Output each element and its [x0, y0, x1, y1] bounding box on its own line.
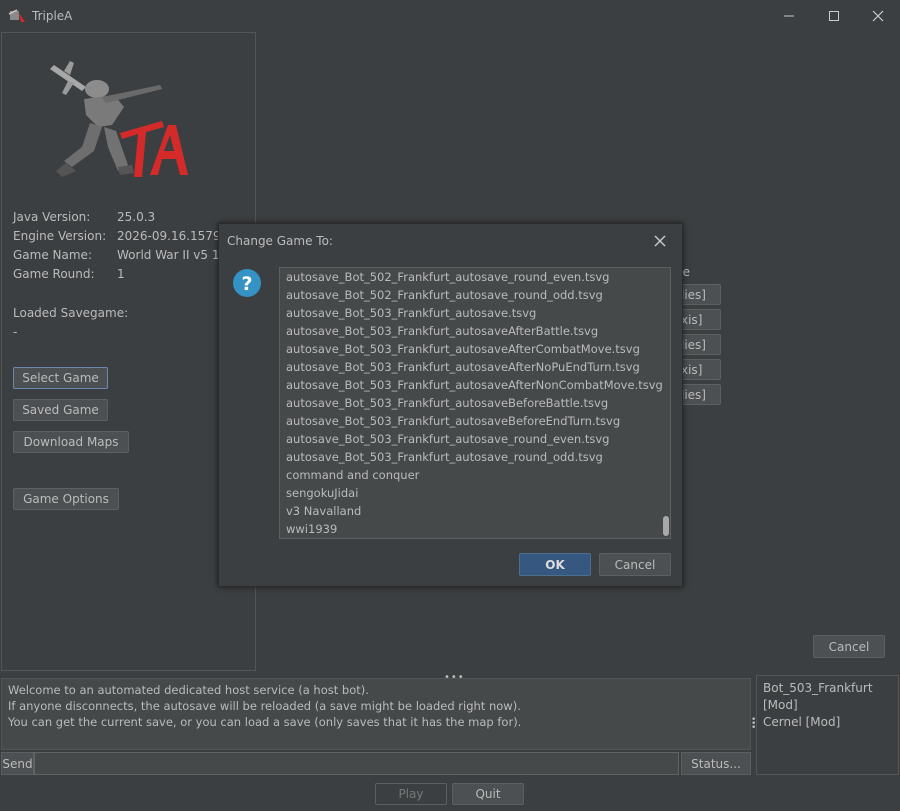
player-list-item[interactable]: Bot_503_Frankfurt [Mod]: [763, 680, 892, 714]
chat-message: Welcome to an automated dedicated host s…: [8, 683, 369, 697]
chat-message: You can get the current save, or you can…: [8, 715, 522, 729]
game-round-label: Game Round:: [13, 267, 95, 281]
close-icon[interactable]: [651, 232, 669, 250]
select-game-button[interactable]: Select Game: [13, 367, 108, 389]
game-list-item[interactable]: autosave_Bot_503_Frankfurt_autosave_roun…: [280, 430, 670, 448]
game-list-item[interactable]: autosave_Bot_503_Frankfurt_autosaveAfter…: [280, 340, 670, 358]
dialog-cancel-button[interactable]: Cancel: [599, 553, 671, 576]
engine-version-value: 2026-09.16.15791: [117, 229, 229, 243]
chat-input[interactable]: [34, 752, 679, 775]
game-list-item[interactable]: autosave_Bot_503_Frankfurt_autosaveAfter…: [280, 358, 670, 376]
send-button[interactable]: Send: [1, 752, 34, 775]
minimize-button[interactable]: [766, 0, 812, 32]
close-window-button[interactable]: [855, 0, 900, 32]
game-name-label: Game Name:: [13, 248, 92, 262]
game-list-item[interactable]: autosave_Bot_503_Frankfurt_autosave.tsvg: [280, 304, 670, 322]
game-list-item[interactable]: autosave_Bot_502_Frankfurt_autosave_roun…: [280, 286, 670, 304]
game-list-item[interactable]: command and conquer: [280, 466, 670, 484]
play-button[interactable]: Play: [375, 783, 447, 805]
status-button[interactable]: Status...: [681, 752, 751, 775]
ok-button[interactable]: OK: [519, 553, 591, 576]
chat-message: If anyone disconnects, the autosave will…: [8, 699, 521, 713]
game-list-item[interactable]: sengokuJidai: [280, 484, 670, 502]
list-scrollbar-thumb[interactable]: [663, 516, 669, 536]
game-list[interactable]: autosave_Bot_502_Frankfurt_autosave_roun…: [279, 267, 671, 539]
svg-text:?: ?: [241, 273, 252, 295]
java-version-value: 25.0.3: [117, 210, 156, 224]
question-icon: ?: [233, 269, 261, 297]
title-bar: TripleA: [0, 0, 900, 32]
quit-button[interactable]: Quit: [452, 783, 524, 805]
game-list-item[interactable]: autosave_Bot_503_Frankfurt_autosaveAfter…: [280, 322, 670, 340]
game-list-item[interactable]: autosave_Bot_503_Frankfurt_autosaveBefor…: [280, 412, 670, 430]
game-list-item[interactable]: autosave_Bot_503_Frankfurt_autosave_roun…: [280, 448, 670, 466]
game-list-item[interactable]: autosave_Bot_502_Frankfurt_autosave_roun…: [280, 268, 670, 286]
close-icon: [872, 10, 884, 22]
maximize-button[interactable]: [811, 0, 857, 32]
change-game-dialog: Change Game To: ? autosave_Bot_502_Frank…: [218, 223, 683, 587]
player-list-item[interactable]: Cernel [Mod]: [763, 714, 892, 731]
engine-version-label: Engine Version:: [13, 229, 107, 243]
minimize-icon: [784, 15, 794, 17]
player-list: Bot_503_Frankfurt [Mod] Cernel [Mod]: [756, 675, 899, 775]
triplea-logo: [50, 61, 188, 177]
dialog-title: Change Game To:: [227, 234, 333, 248]
download-maps-button[interactable]: Download Maps: [13, 431, 129, 453]
loaded-savegame-value: -: [13, 325, 18, 339]
triplea-app-icon: [8, 9, 25, 22]
game-list-item[interactable]: autosave_Bot_503_Frankfurt_autosaveAfter…: [280, 376, 670, 394]
game-round-value: 1: [117, 267, 125, 281]
game-list-item[interactable]: autosave_Bot_503_Frankfurt_autosaveBefor…: [280, 394, 670, 412]
maximize-icon: [829, 11, 839, 21]
java-version-label: Java Version:: [13, 210, 91, 224]
loaded-savegame-label: Loaded Savegame:: [13, 306, 129, 320]
window-title: TripleA: [32, 9, 73, 23]
saved-game-button[interactable]: Saved Game: [13, 399, 108, 421]
game-list-item[interactable]: wwi1939: [280, 520, 670, 538]
main-cancel-button[interactable]: Cancel: [813, 635, 885, 658]
game-options-button[interactable]: Game Options: [13, 488, 119, 510]
game-list-item[interactable]: v3 Navalland: [280, 502, 670, 520]
chat-messages: Welcome to an automated dedicated host s…: [1, 678, 751, 750]
